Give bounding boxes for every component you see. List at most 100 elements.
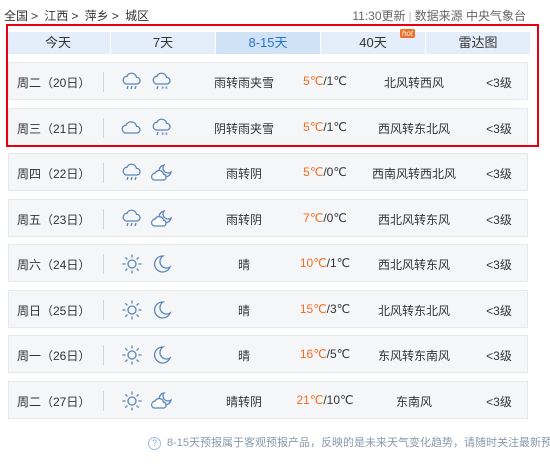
cloudy-night-icon [151,208,173,230]
temp-high: 7℃ [303,210,324,225]
forecast-date: 周六（24日） [17,258,91,272]
forecast-row: 周一（26日） 晴 16℃/5℃ 东风转东南风 <3级 [8,335,528,373]
breadcrumb-province[interactable]: 江西 [44,9,68,23]
weather-condition: 雨转雨夹雪 [213,76,274,90]
wind-level: <3级 [486,394,512,409]
temp-low: /1℃ [323,74,347,88]
breadcrumb-country[interactable]: 全国 [4,9,28,23]
forecast-date: 周五（23日） [17,212,91,227]
temp-high: 21℃ [296,392,324,407]
forecast-date: 周一（26日） [17,349,91,363]
row-divider [103,163,104,183]
help-icon[interactable]: ? [148,436,161,450]
wind-direction: 东南风 [395,394,432,409]
weather-condition: 晴 [237,258,250,272]
sleet-cloud-icon: ** [151,71,173,93]
wind-direction: 西风转东北风 [377,121,450,136]
forecast-date: 周二（20日） [17,76,91,90]
footer-text: 8-15天预报属于客观预报产品，反映的是未来天气变化趋势，请随时关注最新预报..… [167,437,550,449]
temp-low: /3℃ [326,301,351,316]
temperature: 5℃/0℃ [285,165,365,179]
cloudy-icon [121,117,143,139]
wind-direction: 西南风转西北风 [371,167,456,181]
forecast-row: 周三（21日） ** 阴转雨夹雪 5℃/1℃ 西风转东北风 <3级 [8,107,528,146]
sun-icon [121,253,143,275]
temperature: 5℃/1℃ [285,74,365,88]
temp-low: /10℃ [323,392,354,407]
meta-divider: | [408,9,412,23]
temperature: 21℃/10℃ [285,393,365,407]
breadcrumb-sep: > [71,9,79,23]
sun-icon [121,299,143,321]
tab-7-day[interactable]: 7天 [111,32,216,54]
footer-note: ? 8-15天预报属于客观预报产品，反映的是未来天气变化趋势，请随时关注最新预报.… [148,434,550,450]
forecast-date: 周四（22日） [17,167,91,181]
temp-high: 5℃ [303,119,324,134]
hot-badge: hot [399,29,415,38]
wind-level: <3级 [486,303,512,318]
cloudy-night-icon [151,162,173,184]
tab-radar[interactable]: 雷达图 [426,32,530,54]
forecast-row: 周四（22日） 雨转阴 5℃/0℃ 西南风转西北风 <3级 [8,153,528,191]
forecast-row: 周日（25日） 晴 15℃/3℃ 北风转东北风 <3级 [8,289,528,328]
temperature: 5℃/1℃ [285,120,365,134]
forecast-row: 周六（24日） 晴 10℃/1℃ 西北风转东风 <3级 [8,244,528,282]
wind-level: <3级 [486,212,512,227]
wind-level: <3级 [486,349,512,363]
weather-condition: 阴转雨夹雪 [213,121,274,136]
update-time: 11:30更新 [352,9,406,23]
wind-level: <3级 [486,76,512,90]
wind-direction: 西北风转东风 [377,258,450,272]
breadcrumb-city[interactable]: 萍乡 [85,9,109,23]
temperature: 15℃/3℃ [285,302,365,316]
moon-icon [151,344,173,366]
wind-level: <3级 [486,167,512,181]
breadcrumb-sep: > [111,9,119,23]
wind-direction: 北风转东北风 [377,303,450,318]
rain-cloud-icon [121,162,143,184]
temperature: 10℃/1℃ [285,256,365,270]
sleet-cloud-icon: ** [151,117,173,139]
wind-direction: 西北风转东风 [377,212,450,227]
temp-low: /1℃ [323,119,347,134]
row-divider [103,390,104,411]
breadcrumb-district[interactable]: 城区 [125,9,149,23]
rain-cloud-icon [121,208,143,230]
row-divider [103,72,104,92]
temperature: 7℃/0℃ [285,211,365,225]
top-bar: 全国 > 江西 > 萍乡 > 城区 11:30更新 | 数据来源 中央气象台 [0,0,550,26]
temperature: 16℃/5℃ [285,347,365,361]
moon-icon [151,253,173,275]
weather-condition: 雨转阴 [225,167,262,181]
weather-condition: 晴 [237,349,250,363]
moon-icon [151,299,173,321]
data-source: 数据来源 中央气象台 [414,9,526,23]
row-divider [103,254,104,274]
forecast-row: 周二（27日） 晴转阴 21℃/10℃ 东南风 <3级 [8,380,528,419]
temp-high: 15℃ [299,301,327,316]
row-divider [103,208,104,229]
sun-icon [121,390,143,412]
temp-low: /1℃ [326,256,351,270]
tab-40-day[interactable]: 40天 hot [321,29,426,54]
breadcrumb: 全国 > 江西 > 萍乡 > 城区 [4,7,152,24]
forecast-row: 周二（20日） ** 雨转雨夹雪 5℃/1℃ 北风转西风 <3级 [8,62,528,100]
wind-level: <3级 [486,258,512,272]
temp-low: /5℃ [326,347,351,361]
weather-condition: 晴 [237,303,250,318]
wind-direction: 东风转东南风 [377,349,450,363]
forecast-date: 周日（25日） [17,303,91,318]
temp-high: 5℃ [303,165,324,179]
weather-condition: 晴转阴 [225,394,262,409]
weather-condition: 雨转阴 [225,212,262,227]
cloudy-night-icon [151,390,173,412]
svg-text:**: ** [161,131,169,139]
rain-cloud-icon [121,71,143,93]
temp-low: /0℃ [323,210,347,225]
row-divider [103,299,104,320]
tab-today[interactable]: 今天 [6,32,111,54]
tab-8-15-day[interactable]: 8-15天 [216,32,321,54]
row-divider [103,117,104,138]
temp-high: 5℃ [303,74,324,88]
wind-direction: 北风转西风 [383,76,444,90]
